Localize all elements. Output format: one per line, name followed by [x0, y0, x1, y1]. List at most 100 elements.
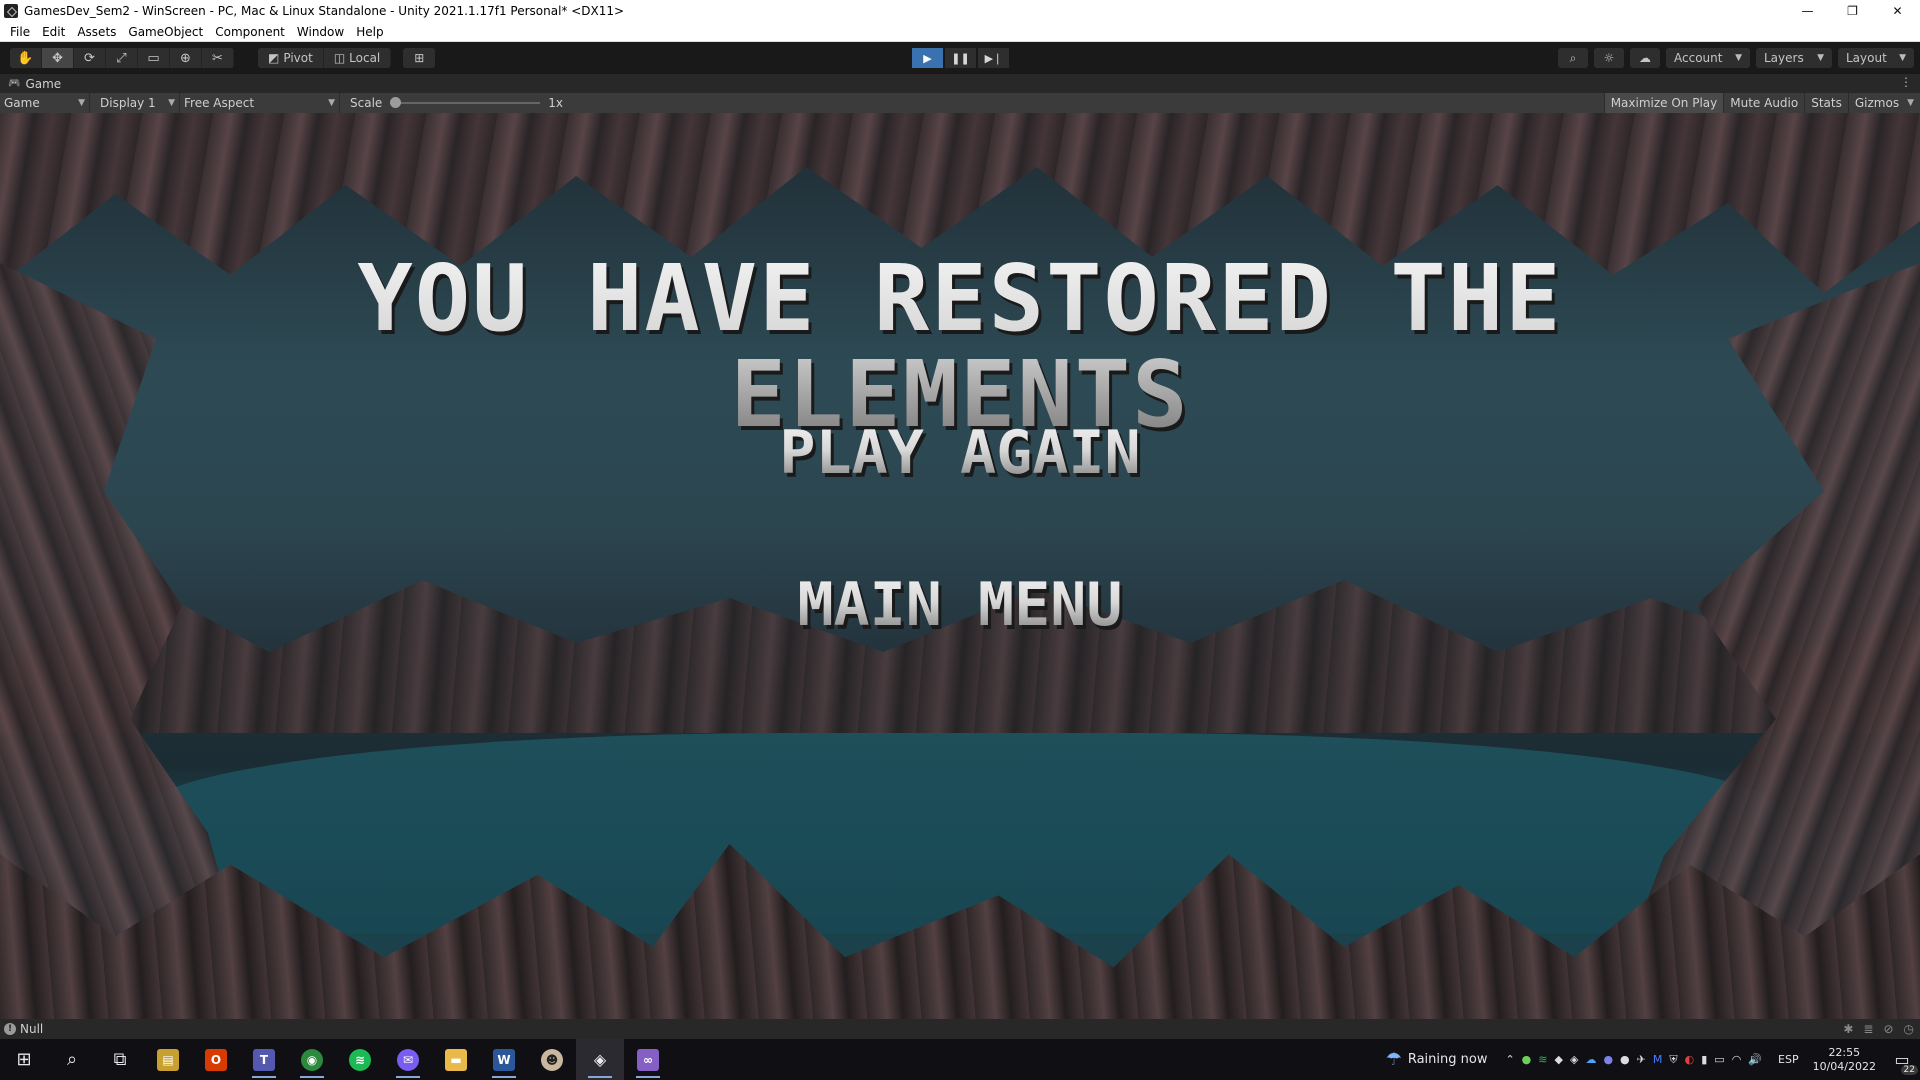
- tray-app2-icon[interactable]: ●: [1620, 1053, 1630, 1067]
- view-mode-label: Game: [4, 96, 40, 110]
- tray-onedrive-icon[interactable]: ☁: [1585, 1053, 1596, 1067]
- view-mode-dropdown[interactable]: Game ▼: [0, 93, 90, 113]
- hand-tool-icon[interactable]: ✋: [10, 48, 42, 68]
- game-view-options: Maximize On Play Mute Audio Stats Gizmos…: [1603, 93, 1920, 113]
- move-tool-icon[interactable]: ✥: [42, 48, 74, 68]
- scale-slider-handle[interactable]: [390, 97, 402, 108]
- custom-tool-icon[interactable]: ✂: [202, 48, 234, 68]
- layout-dropdown[interactable]: Layout ▼: [1838, 48, 1914, 68]
- wifi-icon[interactable]: ◠: [1732, 1053, 1742, 1067]
- transform-tool-icon[interactable]: ⊕: [170, 48, 202, 68]
- step-button[interactable]: ▶❘: [978, 48, 1009, 68]
- sun-icon[interactable]: ☼: [1594, 48, 1624, 68]
- system-tray: ☂ Raining now ⌃ ● ≋ ◆ ◈ ☁ ● ● ✈ M ⛨ ◐ ▮ …: [1386, 1039, 1920, 1080]
- local-label: Local: [349, 51, 381, 65]
- unity-icon[interactable]: ◈: [576, 1039, 624, 1080]
- start-icon[interactable]: ⊞: [0, 1039, 48, 1080]
- window-title: GamesDev_Sem2 - WinScreen - PC, Mac & Li…: [24, 4, 625, 18]
- display-dropdown[interactable]: Display 1 ▼: [96, 93, 180, 113]
- tray-app3-icon[interactable]: ◐: [1685, 1053, 1695, 1067]
- gizmos-toggle[interactable]: Gizmos ▼: [1847, 93, 1920, 113]
- menu-window[interactable]: Window: [291, 25, 350, 39]
- tab-game[interactable]: 🎮 Game: [0, 74, 61, 93]
- tray-unity-icon[interactable]: ◈: [1570, 1053, 1578, 1067]
- scale-label: Scale: [350, 96, 383, 110]
- progress-icon[interactable]: ◷: [1904, 1022, 1914, 1036]
- word-icon[interactable]: W: [480, 1039, 528, 1080]
- play-again-button[interactable]: PLAY AGAIN: [0, 421, 1920, 485]
- teams-icon[interactable]: T: [240, 1039, 288, 1080]
- file-app-icon[interactable]: ▤: [144, 1039, 192, 1080]
- menu-edit[interactable]: Edit: [36, 25, 71, 39]
- pause-button[interactable]: ❚❚: [945, 48, 976, 68]
- messenger-icon[interactable]: ✉: [384, 1039, 432, 1080]
- kebab-menu-icon[interactable]: ⋮: [1900, 75, 1912, 89]
- auto-refresh-icon[interactable]: ⊘: [1883, 1022, 1893, 1036]
- chevron-down-icon: ▼: [1899, 53, 1906, 63]
- cloud-icon[interactable]: ☁: [1630, 48, 1660, 68]
- maximize-on-play-toggle[interactable]: Maximize On Play: [1603, 93, 1724, 113]
- menu-file[interactable]: File: [4, 25, 36, 39]
- local-toggle[interactable]: ◫ Local: [323, 48, 392, 68]
- task-view-icon[interactable]: ⧉: [96, 1039, 144, 1080]
- file-explorer-icon[interactable]: ▬: [432, 1039, 480, 1080]
- rotate-tool-icon[interactable]: ⟳: [74, 48, 106, 68]
- aspect-dropdown[interactable]: Free Aspect ▼: [180, 93, 340, 113]
- visual-studio-icon[interactable]: ∞: [624, 1039, 672, 1080]
- language-indicator[interactable]: ESP: [1778, 1053, 1799, 1066]
- tray-spotify-icon[interactable]: ≋: [1538, 1053, 1547, 1067]
- mute-audio-toggle[interactable]: Mute Audio: [1723, 93, 1804, 113]
- tray-usb-icon[interactable]: ▮: [1701, 1053, 1707, 1067]
- account-dropdown[interactable]: Account ▼: [1666, 48, 1750, 68]
- restore-button[interactable]: ❐: [1830, 0, 1875, 22]
- win-headline: YOU HAVE RESTORED THE ELEMENTS: [0, 251, 1920, 443]
- scale-slider[interactable]: [390, 97, 541, 108]
- game-app-icon[interactable]: ☻: [528, 1039, 576, 1080]
- title-bar: GamesDev_Sem2 - WinScreen - PC, Mac & Li…: [0, 0, 1920, 22]
- scale-value: 1x: [548, 96, 564, 110]
- tray-teams-icon[interactable]: ●: [1603, 1053, 1613, 1067]
- game-view-controls: Game ▼ Display 1 ▼ Free Aspect ▼ Scale 1…: [0, 93, 1920, 113]
- menu-help[interactable]: Help: [350, 25, 389, 39]
- rect-tool-icon[interactable]: ▭: [138, 48, 170, 68]
- minimize-button[interactable]: —: [1785, 0, 1830, 22]
- layers-dropdown[interactable]: Layers ▼: [1756, 48, 1832, 68]
- tray-security-icon[interactable]: ⛨: [1669, 1053, 1677, 1067]
- gizmos-label: Gizmos: [1854, 96, 1900, 110]
- menu-assets[interactable]: Assets: [71, 25, 122, 39]
- grid-snap-icon[interactable]: ⊞: [403, 48, 436, 68]
- tray-mail-icon[interactable]: M: [1653, 1053, 1663, 1067]
- close-button[interactable]: ✕: [1875, 0, 1920, 22]
- chrome-icon[interactable]: ◉: [288, 1039, 336, 1080]
- info-icon: !: [4, 1023, 16, 1035]
- play-button[interactable]: ▶: [912, 48, 943, 68]
- scale-tool-icon[interactable]: ⤢: [106, 48, 138, 68]
- console-message[interactable]: ! Null: [0, 1022, 43, 1036]
- tray-app-icon[interactable]: ●: [1522, 1053, 1532, 1067]
- tray-expand-icon[interactable]: ⌃: [1505, 1053, 1514, 1067]
- unity-logo-icon: [4, 4, 18, 18]
- layers-label: Layers: [1764, 51, 1804, 65]
- layers-stack-icon[interactable]: ≣: [1863, 1022, 1873, 1036]
- tray-discord-icon[interactable]: ◆: [1555, 1053, 1563, 1067]
- scale-control: Scale 1x: [350, 96, 563, 110]
- main-menu-button[interactable]: MAIN MENU: [0, 573, 1920, 637]
- battery-icon[interactable]: ▭: [1714, 1053, 1724, 1067]
- stats-toggle[interactable]: Stats: [1804, 93, 1848, 113]
- volume-icon[interactable]: 🔊: [1748, 1053, 1762, 1067]
- office-icon[interactable]: O: [192, 1039, 240, 1080]
- pivot-toggle[interactable]: ◩ Pivot: [258, 48, 324, 68]
- clock[interactable]: 22:55 10/04/2022: [1813, 1046, 1876, 1074]
- tray-plane-icon[interactable]: ✈: [1637, 1053, 1646, 1067]
- menu-component[interactable]: Component: [209, 25, 291, 39]
- tray-icons: ⌃ ● ≋ ◆ ◈ ☁ ● ● ✈ M ⛨ ◐ ▮ ▭ ◠ 🔊: [1505, 1053, 1762, 1067]
- notifications-icon[interactable]: ▭ 22: [1890, 1048, 1918, 1075]
- window-controls: — ❐ ✕: [1785, 0, 1920, 22]
- search-icon[interactable]: ⌕: [1558, 48, 1588, 68]
- weather-widget[interactable]: ☂ Raining now: [1386, 1049, 1488, 1070]
- spotify-icon[interactable]: ≋: [336, 1039, 384, 1080]
- clock-date: 10/04/2022: [1812, 1059, 1876, 1073]
- menu-gameobject[interactable]: GameObject: [122, 25, 209, 39]
- search-icon[interactable]: ⌕: [48, 1039, 96, 1080]
- debug-icon[interactable]: ✱: [1843, 1022, 1853, 1036]
